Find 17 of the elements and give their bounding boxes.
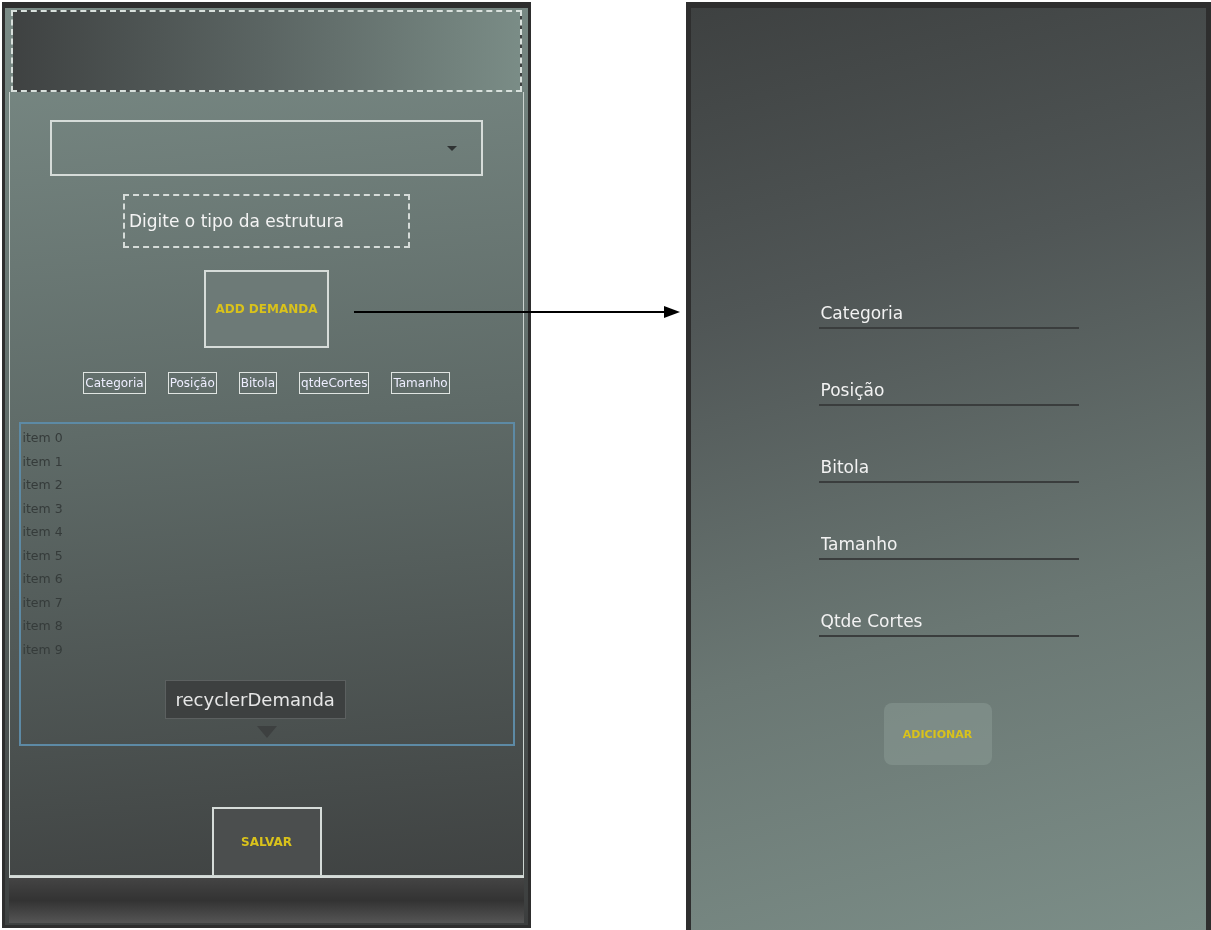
input-field[interactable]: Tamanho: [818, 529, 1079, 560]
dropdown[interactable]: [50, 120, 483, 176]
add-button[interactable]: ADICIONAR: [883, 703, 992, 765]
save-button[interactable]: SALVAR: [211, 807, 322, 875]
input-field[interactable]: Categoria: [818, 298, 1079, 329]
column-header: Tamanho: [391, 372, 450, 394]
add-demand-button[interactable]: ADD DEMANDA: [204, 270, 329, 348]
column-header: Posição: [167, 372, 217, 394]
structure-field[interactable]: Digite o tipo da estrutura: [123, 194, 410, 248]
tooltip: recyclerDemanda: [164, 680, 346, 719]
column-header: Categoria: [83, 372, 146, 394]
input-field[interactable]: Qtde Cortes: [818, 606, 1079, 637]
column-header: Bitola: [238, 372, 278, 394]
column-header: qtdeCortes: [299, 372, 370, 394]
input-field[interactable]: Bitola: [818, 452, 1079, 483]
input-field[interactable]: Posição: [818, 375, 1079, 406]
dropdown-arrow-icon: [447, 145, 457, 151]
